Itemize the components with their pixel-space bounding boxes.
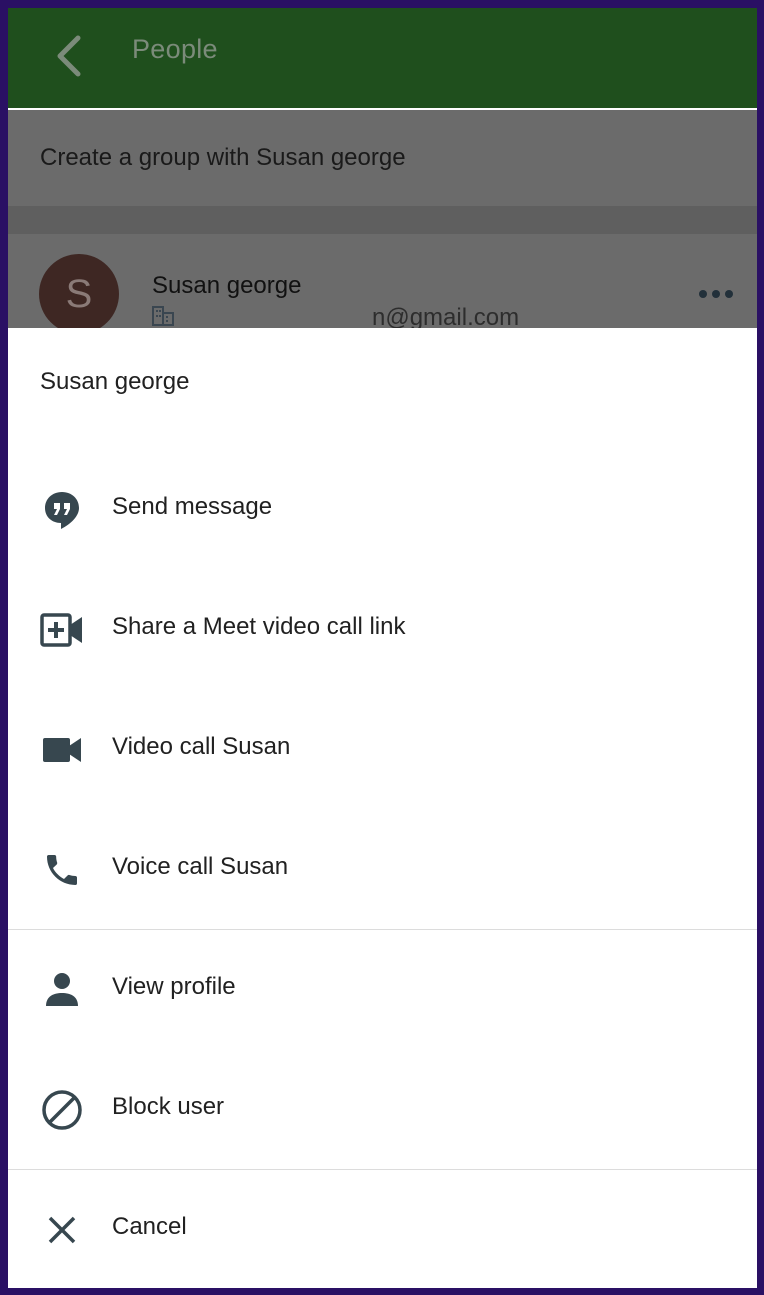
back-button[interactable] <box>48 30 88 86</box>
building-icon <box>152 305 174 331</box>
menu-label-voice-call: Voice call Susan <box>112 853 289 880</box>
page-title: People <box>132 34 218 64</box>
close-icon <box>40 1208 84 1252</box>
chat-bubble-icon <box>40 488 84 532</box>
phone-icon <box>40 848 84 892</box>
app-bar: People <box>8 8 757 108</box>
menu-label-share-meet-link: Share a Meet video call link <box>112 613 406 640</box>
menu-item-video-call[interactable]: Video call Susan <box>8 688 757 808</box>
back-arrow-icon <box>54 34 82 83</box>
video-camera-icon <box>40 728 84 772</box>
more-dots-icon <box>699 290 707 298</box>
menu-item-cancel[interactable]: Cancel <box>8 1168 757 1288</box>
menu-item-share-meet-link[interactable]: Share a Meet video call link <box>8 568 757 688</box>
menu-item-voice-call[interactable]: Voice call Susan <box>8 808 757 928</box>
create-group-label: Create a group with Susan george <box>40 144 406 171</box>
app-screen: People Create a group with Susan george … <box>8 8 757 1288</box>
person-icon <box>40 968 84 1012</box>
block-icon <box>40 1088 84 1132</box>
menu-label-block-user: Block user <box>112 1093 225 1120</box>
menu-item-send-message[interactable]: Send message <box>8 448 757 568</box>
section-spacer <box>8 206 757 234</box>
menu-label-view-profile: View profile <box>112 973 236 1000</box>
action-bottom-sheet: Susan george Send message Share a Meet v… <box>8 328 757 1288</box>
contact-row[interactable]: S Susan george n@gmail.com <box>8 234 757 334</box>
create-group-row[interactable]: Create a group with Susan george <box>8 110 757 206</box>
avatar: S <box>39 254 119 334</box>
menu-label-video-call: Video call Susan <box>112 733 291 760</box>
menu-item-view-profile[interactable]: View profile <box>8 928 757 1048</box>
add-video-call-icon <box>40 608 84 652</box>
more-options-button[interactable] <box>699 290 733 298</box>
sheet-title: Susan george <box>40 368 190 395</box>
menu-label-cancel: Cancel <box>112 1213 187 1240</box>
menu-label-send-message: Send message <box>112 493 273 520</box>
contact-name: Susan george <box>152 272 302 299</box>
menu-item-block-user[interactable]: Block user <box>8 1048 757 1168</box>
